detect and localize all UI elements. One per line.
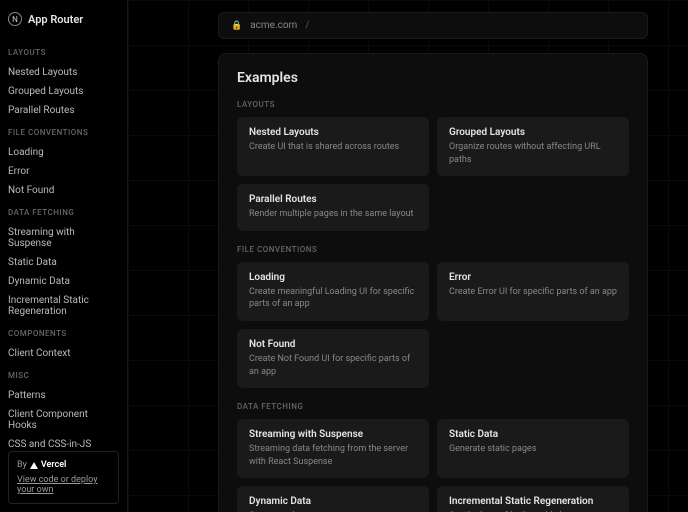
section-label: Data Fetching bbox=[237, 402, 629, 411]
sidebar: N App Router Layouts Nested LayoutsGroupe… bbox=[0, 0, 128, 512]
nav-section-label: File Conventions bbox=[8, 128, 119, 137]
card-title: Nested Layouts bbox=[249, 127, 417, 138]
nav-item[interactable]: Parallel Routes bbox=[8, 101, 119, 120]
view-code-link[interactable]: View code bbox=[17, 475, 58, 485]
card-desc: Create meaningful Loading UI for specifi… bbox=[249, 286, 417, 311]
example-card[interactable]: Nested Layouts Create UI that is shared a… bbox=[237, 117, 429, 176]
nav-item[interactable]: Grouped Layouts bbox=[8, 82, 119, 101]
footer-links: View code or deploy your own bbox=[17, 475, 110, 495]
url-bar[interactable]: 🔒 acme.com / bbox=[218, 12, 648, 39]
footer: By Vercel View code or deploy your own bbox=[8, 451, 119, 504]
nav-section-label: Layouts bbox=[8, 48, 119, 57]
card-title: Streaming with Suspense bbox=[249, 429, 417, 440]
example-card[interactable]: Parallel Routes Render multiple pages in … bbox=[237, 184, 429, 231]
card-title: Not Found bbox=[249, 339, 417, 350]
example-card[interactable]: Streaming with Suspense Streaming data fe… bbox=[237, 419, 429, 478]
card-desc: Organize routes without affecting URL pa… bbox=[449, 141, 617, 166]
nav-item[interactable]: Streaming with Suspense bbox=[8, 223, 119, 253]
card-title: Grouped Layouts bbox=[449, 127, 617, 138]
card-title: Parallel Routes bbox=[249, 194, 417, 205]
app-title: App Router bbox=[28, 13, 83, 26]
nav-item[interactable]: Not Found bbox=[8, 181, 119, 200]
nav-item[interactable]: Static Data bbox=[8, 253, 119, 272]
card-desc: Create Not Found UI for specific parts o… bbox=[249, 353, 417, 378]
page-title: Examples bbox=[237, 70, 629, 86]
card-desc: Render multiple pages in the same layout bbox=[249, 208, 417, 221]
section-label: Layouts bbox=[237, 100, 629, 109]
card-grid: Streaming with Suspense Streaming data fe… bbox=[237, 419, 629, 512]
card-grid: Nested Layouts Create UI that is shared a… bbox=[237, 117, 629, 231]
example-card[interactable]: Loading Create meaningful Loading UI for … bbox=[237, 262, 429, 321]
example-card[interactable]: Dynamic DataServer-render pages bbox=[237, 486, 429, 512]
example-card[interactable]: Not Found Create Not Found UI for specifi… bbox=[237, 329, 429, 388]
card-desc: Create Error UI for specific parts of an… bbox=[449, 286, 617, 299]
card-desc: Create UI that is shared across routes bbox=[249, 141, 417, 154]
card-title: Error bbox=[449, 272, 617, 283]
sidebar-header: N App Router bbox=[8, 12, 119, 26]
card-desc: Streaming data fetching from the server … bbox=[249, 443, 417, 468]
section-label: File Conventions bbox=[237, 245, 629, 254]
card-title: Dynamic Data bbox=[249, 496, 417, 507]
url-path: / bbox=[305, 20, 309, 31]
example-card[interactable]: Static Data Generate static pages bbox=[437, 419, 629, 478]
nav-item[interactable]: Client Context bbox=[8, 344, 119, 363]
nav-item[interactable]: Dynamic Data bbox=[8, 272, 119, 291]
footer-by-line: By Vercel bbox=[17, 460, 110, 470]
lock-icon: 🔒 bbox=[231, 21, 242, 31]
nav-item[interactable]: Client Component Hooks bbox=[8, 405, 119, 435]
example-card[interactable]: Grouped Layouts Organize routes without a… bbox=[437, 117, 629, 176]
card-title: Incremental Static Regeneration bbox=[449, 496, 617, 507]
nav-item[interactable]: Loading bbox=[8, 143, 119, 162]
card-desc: Generate static pages bbox=[449, 443, 617, 456]
nav-item[interactable]: Patterns bbox=[8, 386, 119, 405]
card-title: Loading bbox=[249, 272, 417, 283]
vercel-name: Vercel bbox=[41, 460, 67, 470]
logo-icon: N bbox=[8, 12, 22, 26]
vercel-logo-icon bbox=[30, 462, 38, 469]
nav-section-label: Data Fetching bbox=[8, 208, 119, 217]
card-title: Static Data bbox=[449, 429, 617, 440]
url-host: acme.com bbox=[250, 20, 297, 31]
nav-item[interactable]: Incremental Static Regeneration bbox=[8, 291, 119, 321]
card-grid: Loading Create meaningful Loading UI for … bbox=[237, 262, 629, 388]
content-frame: Examples Layouts Nested Layouts Create UI … bbox=[218, 53, 648, 512]
nav-item[interactable]: Nested Layouts bbox=[8, 63, 119, 82]
example-card[interactable]: Incremental Static RegenerationGet the b… bbox=[437, 486, 629, 512]
example-card[interactable]: Error Create Error UI for specific parts … bbox=[437, 262, 629, 321]
nav-section-label: Components bbox=[8, 329, 119, 338]
main-area: 🔒 acme.com / Examples Layouts Nested Layo… bbox=[128, 0, 688, 512]
nav-item[interactable]: Error bbox=[8, 162, 119, 181]
nav-section-label: Misc bbox=[8, 371, 119, 380]
